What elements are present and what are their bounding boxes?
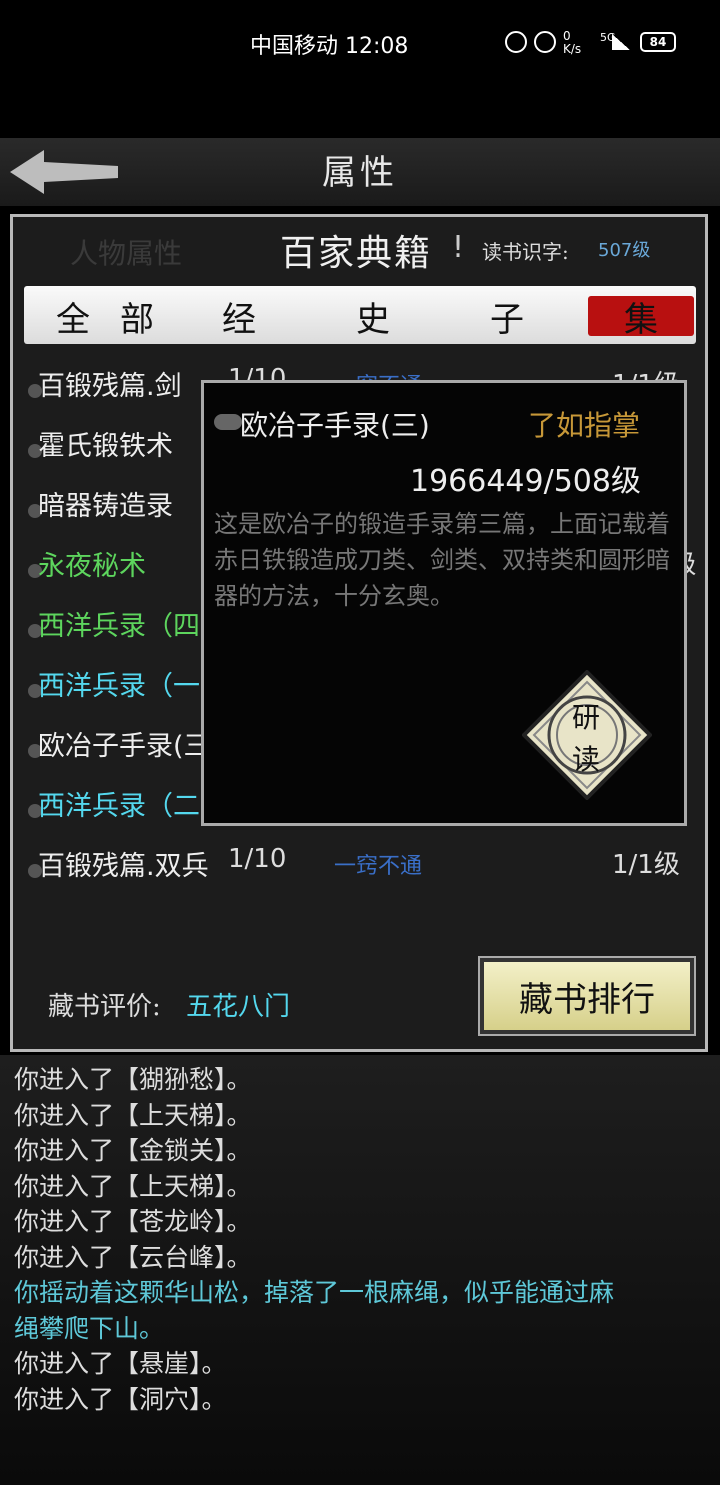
info-mark-icon[interactable]: ! <box>452 230 464 265</box>
book-name: 西洋兵录（四 <box>38 611 200 642</box>
tab-ji[interactable]: 集 <box>624 292 658 341</box>
battery-indicator: 84 <box>640 32 676 52</box>
alarm-icon <box>534 31 556 53</box>
tab-all-2[interactable]: 部 <box>120 292 154 341</box>
book-name: 霍氏锻铁术 <box>38 431 173 462</box>
tab-shi[interactable]: 史 <box>356 292 390 341</box>
popup-experience: 1966449/508级 <box>410 464 641 499</box>
book-progress: 1/10 <box>228 844 287 874</box>
tab-all-1[interactable]: 全 <box>56 292 90 341</box>
log-line: 你进入了【上天梯】。 <box>14 1171 252 1201</box>
book-name: 百锻残篇.双兵 <box>38 851 209 882</box>
read-skill-level: 507级 <box>598 240 651 261</box>
book-mastery-tier: 一窍不通 <box>334 854 423 879</box>
signal-bars-icon <box>612 34 630 50</box>
study-label-top: 研 <box>572 701 601 734</box>
log-line: 你进入了【苍龙岭】。 <box>14 1207 252 1236</box>
log-line: 你进入了【云台峰】。 <box>14 1242 252 1272</box>
popup-mastery-tier: 了如指掌 <box>528 409 641 442</box>
log-line: 绳攀爬下山。 <box>14 1313 165 1343</box>
log-line: 你进入了【洞穴】。 <box>14 1384 227 1414</box>
book-name: 暗器铸造录 <box>38 491 173 522</box>
signal-icon <box>505 31 527 53</box>
tab-zi[interactable]: 子 <box>490 292 524 341</box>
log-line: 你进入了【猢狲愁】。 <box>14 1065 252 1094</box>
net-speed: 0 K/s <box>563 29 582 56</box>
ghost-tab-label: 人物属性 <box>70 237 183 270</box>
tab-jing[interactable]: 经 <box>222 292 256 341</box>
study-label-bottom: 读 <box>572 743 601 776</box>
book-name: 西洋兵录（二 <box>38 791 200 822</box>
read-skill-label: 读书识字: <box>482 240 569 264</box>
collection-rank-label: 藏书排行 <box>519 980 655 1020</box>
log-line: 你进入了【悬崖】。 <box>14 1349 227 1378</box>
popup-description: 这是欧冶子的锻造手录第三篇，上面记载着赤日铁锻造成刀类、剑类、双持类和圆形暗器的… <box>214 510 670 610</box>
book-name: 百锻残篇.剑 <box>38 371 182 402</box>
collection-eval-label: 藏书评价: <box>48 992 161 1022</box>
collection-eval-value: 五花八门 <box>186 992 291 1022</box>
toggle-icon[interactable] <box>214 414 242 430</box>
book-name: 欧冶子手录(三 <box>38 731 211 762</box>
panel-title: 百家典籍 <box>280 233 433 274</box>
log-line: 你进入了【金锁关】。 <box>14 1136 252 1165</box>
log-line: 你摇动着这颗华山松，掉落了一根麻绳，似乎能通过麻 <box>14 1278 615 1307</box>
carrier-time: 中国移动 12:08 <box>250 34 409 59</box>
book-level: 1/1级 <box>612 850 680 880</box>
log-line: 你进入了【上天梯】。 <box>14 1100 252 1130</box>
book-name: 永夜秘术 <box>38 551 146 582</box>
page-header-title: 属性 <box>322 153 398 193</box>
popup-book-name: 欧冶子手录(三) <box>240 409 430 442</box>
book-name: 西洋兵录（一 <box>38 671 200 702</box>
